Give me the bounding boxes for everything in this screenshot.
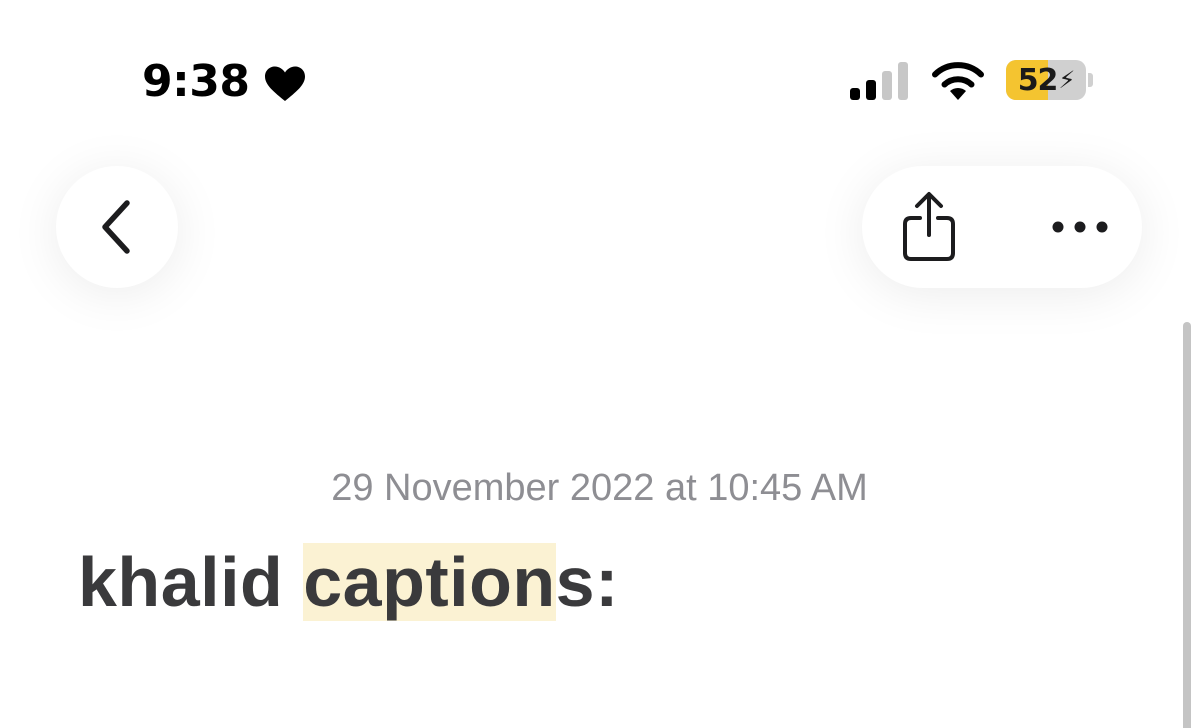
ellipsis-icon [1052, 221, 1108, 233]
scrollbar[interactable] [1183, 322, 1191, 728]
cellular-signal-icon [850, 62, 908, 100]
status-time: 9:38 [142, 56, 250, 107]
chevron-left-icon [102, 200, 130, 254]
battery-cap [1088, 73, 1093, 87]
note-actions-group [862, 166, 1142, 288]
note-screen: 9:38 52 ⚡︎ 29 November 2022 at 10:45 AM … [0, 0, 1199, 728]
share-icon [903, 192, 955, 261]
battery-percent: 52 ⚡︎ [1017, 62, 1076, 98]
back-button[interactable] [56, 166, 178, 288]
battery-icon: 52 ⚡︎ [1006, 60, 1086, 100]
more-options-button[interactable] [1030, 166, 1130, 288]
search-highlight: caption [303, 543, 556, 621]
wifi-icon [932, 62, 984, 100]
bolt-icon: ⚡︎ [1058, 66, 1075, 94]
note-title-text: khalid [78, 543, 304, 621]
heart-icon [265, 66, 305, 101]
note-date: 29 November 2022 at 10:45 AM [331, 467, 868, 509]
note-title-suffix: s: [555, 543, 619, 621]
share-button[interactable] [884, 166, 974, 288]
note-title[interactable]: khalid captions: [78, 540, 619, 624]
